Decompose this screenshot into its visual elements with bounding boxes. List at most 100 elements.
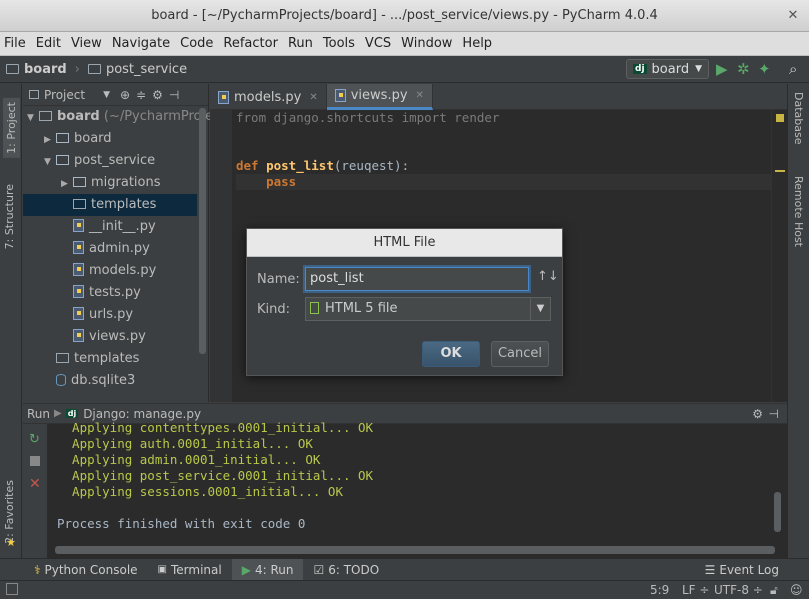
console-line: Applying post_service.0001_initial... OK (57, 468, 374, 483)
tab-event-log[interactable]: ☰ Event Log (695, 559, 789, 581)
console-vscrollbar[interactable] (774, 492, 781, 532)
tree-item-label: admin.py (89, 241, 150, 256)
caret-position[interactable]: 5:9 (650, 583, 669, 597)
hide-icon[interactable]: ⊣ (769, 407, 779, 421)
tab-database[interactable]: Database (792, 92, 805, 145)
tab-views-py[interactable]: views.py ✕ (326, 84, 433, 110)
close-icon[interactable]: ✕ (785, 8, 801, 24)
expand-arrow-icon[interactable]: ▼ (44, 151, 56, 173)
dialog-title: HTML File (247, 229, 562, 257)
tree-item[interactable]: views.py (23, 326, 197, 348)
tree-item-label: board (74, 131, 112, 146)
inspector-icon[interactable]: ☺ (790, 583, 803, 597)
tree-item[interactable]: templates (23, 348, 197, 370)
tab-run[interactable]: ▶ 4: Run (231, 558, 304, 581)
tree-item[interactable]: db.sqlite3 (23, 370, 197, 392)
kind-label: Kind: (257, 302, 291, 317)
hide-icon[interactable]: ⊣ (169, 88, 179, 102)
close-icon[interactable]: ✕ (309, 92, 317, 103)
project-panel: Project ▼ ⊕ ≑ ⚙ ⊣ ▼ board (~/PycharmProje… (23, 84, 220, 402)
tab-structure[interactable]: 7: Structure (3, 184, 16, 249)
tree-item-label: views.py (89, 329, 146, 344)
kind-select[interactable]: HTML 5 file ▼ (305, 297, 551, 321)
tree-item[interactable]: admin.py (23, 238, 197, 260)
warning-icon (776, 114, 784, 122)
collapse-icon[interactable]: ≑ (136, 88, 146, 102)
rerun-icon[interactable]: ↻ (29, 432, 40, 447)
tab-label: models.py (234, 89, 302, 105)
sort-icon[interactable]: ↑↓ (537, 269, 559, 284)
folder-icon (39, 111, 52, 121)
tab-terminal[interactable]: ▣ Terminal (148, 559, 232, 581)
expand-arrow-icon[interactable]: ▼ (27, 107, 39, 129)
menu-file[interactable]: File (4, 36, 26, 51)
breadcrumb-label: post_service (105, 61, 188, 77)
search-icon[interactable]: ⌕ (789, 60, 797, 78)
gear-icon[interactable]: ⚙ (152, 88, 163, 102)
tab-todo[interactable]: ☑ 6: TODO (303, 559, 389, 581)
expand-arrow-icon[interactable]: ▶ (44, 129, 56, 151)
code-token: (reuqest): (333, 158, 410, 173)
tree-item[interactable]: __init__.py (23, 216, 197, 238)
menu-run[interactable]: Run (288, 36, 313, 51)
tab-label: Python Console (44, 562, 138, 577)
editor-error-stripe[interactable] (771, 110, 787, 402)
menu-refactor[interactable]: Refactor (223, 36, 278, 51)
tree-item[interactable]: models.py (23, 260, 197, 282)
close-icon[interactable]: ✕ (29, 476, 41, 492)
tab-python-console[interactable]: ⚕ Python Console (24, 559, 148, 581)
run-config-tab[interactable]: Django: manage.py (83, 407, 201, 421)
code-view[interactable]: from django.shortcuts import render def … (236, 110, 781, 190)
tab-project[interactable]: 1: Project (3, 98, 20, 158)
menu-navigate[interactable]: Navigate (112, 36, 170, 51)
breadcrumb-post-service[interactable]: post_service (87, 61, 188, 77)
tab-favorites[interactable]: 2: Favorites (3, 480, 16, 544)
breadcrumb-board[interactable]: board (6, 62, 67, 77)
tree-item[interactable]: urls.py (23, 304, 197, 326)
menu-tools[interactable]: Tools (323, 36, 355, 51)
window-titlebar: board - [~/PycharmProjects/board] - .../… (0, 0, 809, 32)
run-config-select[interactable]: dj board ▼ (626, 59, 709, 79)
line-separator[interactable]: LF ÷ (682, 583, 709, 597)
lock-icon[interactable]: 🔓︎ (770, 583, 778, 598)
tree-item[interactable]: tests.py (23, 282, 197, 304)
console-hscrollbar[interactable] (55, 546, 775, 554)
project-scrollbar[interactable] (199, 108, 206, 354)
name-input[interactable]: post_list (305, 267, 529, 291)
folder-icon (73, 199, 86, 209)
menu-help[interactable]: Help (462, 36, 492, 51)
ok-button[interactable]: OK (422, 341, 480, 367)
tree-item-label: board (57, 109, 100, 124)
tab-remote-host[interactable]: Remote Host (792, 176, 805, 247)
tab-models-py[interactable]: models.py ✕ (210, 84, 327, 110)
run-panel: Run ▶ dj Django: manage.py ⚙ ⊣ ↻ ✕ Apply… (23, 403, 787, 559)
toggle-panels-icon[interactable] (6, 583, 18, 595)
coverage-icon[interactable]: ✦ (758, 60, 771, 78)
run-icon[interactable]: ▶ (716, 60, 728, 78)
project-panel-title[interactable]: Project (44, 88, 85, 102)
menu-edit[interactable]: Edit (36, 36, 61, 51)
expand-arrow-icon[interactable]: ▶ (61, 173, 73, 195)
tree-item[interactable]: ▶ migrations (23, 172, 197, 194)
target-icon[interactable]: ⊕ (120, 88, 130, 102)
menu-view[interactable]: View (71, 36, 102, 51)
tree-item[interactable]: templates (23, 194, 197, 216)
console-output[interactable]: Applying contenttypes.0001_initial... OK… (57, 420, 374, 532)
file-encoding[interactable]: UTF-8 ÷ (714, 583, 763, 597)
chevron-down-icon[interactable]: ▼ (103, 90, 110, 100)
tree-item[interactable]: ▶ board (23, 128, 197, 150)
debug-icon[interactable]: ✲ (737, 60, 750, 78)
gear-icon[interactable]: ⚙ (752, 407, 763, 421)
tree-item[interactable]: ▼ post_service (23, 150, 197, 172)
menu-vcs[interactable]: VCS (365, 36, 391, 51)
python-file-icon (73, 307, 84, 320)
tab-label: views.py (350, 88, 408, 103)
stop-icon[interactable] (30, 456, 40, 466)
close-icon[interactable]: ✕ (416, 90, 424, 101)
tab-label: Remote Host (792, 176, 805, 247)
cancel-button[interactable]: Cancel (491, 341, 549, 367)
tree-item[interactable]: ▼ board (~/PycharmProjec (23, 106, 220, 129)
html-file-dialog: HTML File Name: post_list ↑↓ Kind: HTML … (246, 228, 563, 376)
menu-window[interactable]: Window (401, 36, 452, 51)
menu-code[interactable]: Code (180, 36, 213, 51)
